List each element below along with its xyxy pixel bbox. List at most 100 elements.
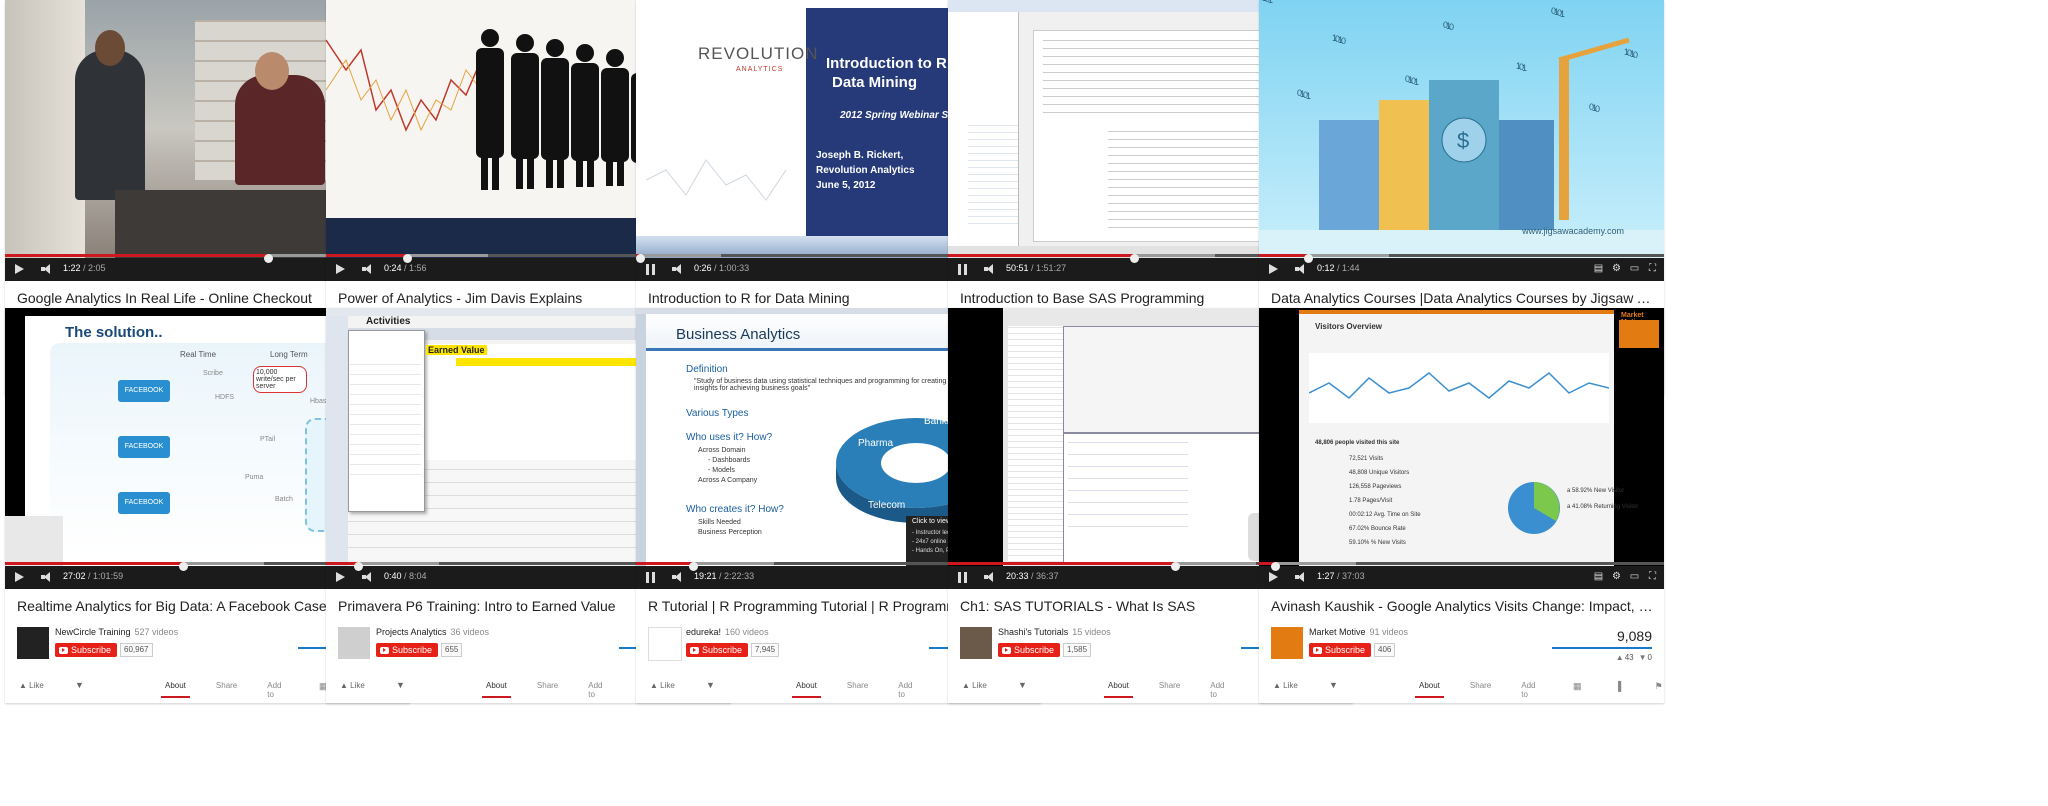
tab-share[interactable]: Share (216, 681, 237, 699)
like-button[interactable]: ▲ Like (340, 681, 365, 690)
volume-icon[interactable] (41, 572, 53, 582)
scrubber-handle[interactable] (403, 254, 412, 263)
label-batch: Batch (275, 496, 293, 503)
volume-icon[interactable] (984, 264, 996, 274)
tab-add-to[interactable]: Add to (1210, 681, 1231, 699)
scrubber-handle[interactable] (1271, 562, 1281, 571)
scrubber-handle[interactable] (636, 254, 646, 263)
time-duration: 1:56 (409, 263, 427, 273)
captions-icon[interactable]: ▤ (1593, 263, 1604, 274)
volume-icon[interactable] (672, 572, 684, 582)
tab-about[interactable]: About (161, 681, 190, 699)
tab-about[interactable]: About (792, 681, 821, 699)
subscribe-button[interactable]: Subscribe (998, 643, 1061, 657)
like-button[interactable]: ▲ Like (19, 681, 44, 690)
like-button[interactable]: ▲ Like (650, 681, 675, 690)
volume-icon[interactable] (362, 572, 374, 582)
view-count: 9,089 (1616, 628, 1652, 644)
dislike-button[interactable]: ▼ (1018, 680, 1027, 690)
play-icon[interactable] (1269, 572, 1278, 582)
channel-avatar[interactable] (338, 627, 370, 659)
tab-add-to[interactable]: Add to (267, 681, 288, 699)
sub-business-perception: Business Perception (698, 529, 762, 536)
pause-icon[interactable] (958, 572, 967, 583)
progress-bar[interactable] (1259, 562, 1664, 565)
video-player[interactable]: 0101010101010101010101010101010101010101… (1259, 0, 1664, 281)
dislike-button[interactable]: ▼ (75, 680, 84, 690)
dislike-button[interactable]: ▼ (706, 680, 715, 690)
report-flag-icon[interactable]: ⚑ (1653, 681, 1664, 691)
tab-add-to[interactable]: Add to (1521, 681, 1542, 699)
scrubber-handle[interactable] (179, 562, 189, 571)
youtube-icon (380, 646, 389, 654)
like-button[interactable]: ▲ Like (1273, 681, 1298, 690)
channel-avatar[interactable] (648, 627, 682, 661)
volume-icon[interactable] (41, 264, 53, 274)
subscribe-button[interactable]: Subscribe (55, 643, 118, 657)
tab-about[interactable]: About (1415, 681, 1444, 699)
scrubber-handle[interactable] (1170, 562, 1180, 571)
tab-share[interactable]: Share (537, 681, 558, 699)
scrubber-handle[interactable] (1303, 254, 1313, 263)
time-duration: 1:44 (1342, 263, 1360, 273)
volume-icon[interactable] (984, 572, 996, 582)
pause-icon[interactable] (646, 264, 655, 275)
metric-line: 48,808 Unique Visitors (1349, 470, 1410, 476)
tab-share[interactable]: Share (1470, 681, 1491, 699)
settings-gear-icon[interactable]: ⚙ (1611, 571, 1622, 582)
settings-gear-icon[interactable]: ⚙ (1611, 263, 1622, 274)
tab-about[interactable]: About (1104, 681, 1133, 699)
captions-icon[interactable]: ▤ (1593, 571, 1604, 582)
channel-name[interactable]: edureka! (686, 627, 721, 637)
fullscreen-icon[interactable]: ⛶ (1647, 571, 1658, 582)
channel-name[interactable]: Shashi's Tutorials (998, 627, 1068, 637)
play-icon[interactable] (336, 572, 345, 582)
tab-add-to[interactable]: Add to (898, 681, 919, 699)
play-icon[interactable] (15, 572, 24, 582)
time-display: 0:12 / 1:44 (1317, 263, 1360, 273)
channel-avatar[interactable] (1271, 627, 1303, 659)
volume-icon[interactable] (1295, 572, 1307, 582)
tab-add-to[interactable]: Add to (588, 681, 609, 699)
video-player[interactable]: Visitors Overview 48,806 people visited t… (1259, 308, 1664, 589)
channel-avatar[interactable] (960, 627, 992, 659)
scrubber-handle[interactable] (1130, 254, 1140, 263)
fullscreen-icon[interactable]: ⛶ (1647, 263, 1658, 274)
channel-name[interactable]: Market Motive (1309, 627, 1366, 637)
tab-about[interactable]: About (482, 681, 511, 699)
video-title[interactable]: Data Analytics Courses |Data Analytics C… (1271, 290, 1656, 306)
volume-icon[interactable] (1295, 264, 1307, 274)
dislike-button[interactable]: ▼ (396, 680, 405, 690)
progress-bar[interactable] (1259, 254, 1664, 257)
theater-mode-icon[interactable]: ▭ (1629, 263, 1640, 274)
dislike-button[interactable]: ▼ (1329, 680, 1338, 690)
like-button[interactable]: ▲ Like (962, 681, 987, 690)
pause-icon[interactable] (646, 572, 655, 583)
like-ratio-bar (1552, 647, 1652, 649)
play-icon[interactable] (1269, 264, 1278, 274)
channel-avatar[interactable] (17, 627, 49, 659)
subscribe-button[interactable]: Subscribe (686, 643, 749, 657)
play-icon[interactable] (15, 264, 24, 274)
play-icon[interactable] (336, 264, 345, 274)
subscribe-button[interactable]: Subscribe (376, 643, 439, 657)
subscriber-count: 60,967 (120, 643, 153, 657)
volume-icon[interactable] (672, 264, 684, 274)
theater-mode-icon[interactable]: ▭ (1629, 571, 1640, 582)
scrubber-handle[interactable] (688, 562, 698, 571)
pause-icon[interactable] (958, 264, 967, 275)
video-thumbnail[interactable]: 0101010101010101010101010101010101010101… (1259, 0, 1664, 258)
channel-name[interactable]: Projects Analytics (376, 627, 447, 637)
scrubber-handle[interactable] (354, 562, 364, 571)
subscribe-row: Subscribe 1,585 (998, 643, 1092, 657)
scrubber-handle[interactable] (264, 254, 274, 263)
volume-icon[interactable] (362, 264, 374, 274)
tab-share[interactable]: Share (847, 681, 868, 699)
statistics-icon[interactable]: ▐ (1613, 681, 1624, 691)
video-title[interactable]: Avinash Kaushik - Google Analytics Visit… (1271, 598, 1656, 614)
channel-name[interactable]: NewCircle Training (55, 627, 131, 637)
video-thumbnail[interactable]: Visitors Overview 48,806 people visited t… (1259, 308, 1664, 566)
subscribe-button[interactable]: Subscribe (1309, 643, 1372, 657)
tab-share[interactable]: Share (1159, 681, 1180, 699)
transcript-icon[interactable]: ▦ (1572, 681, 1583, 691)
